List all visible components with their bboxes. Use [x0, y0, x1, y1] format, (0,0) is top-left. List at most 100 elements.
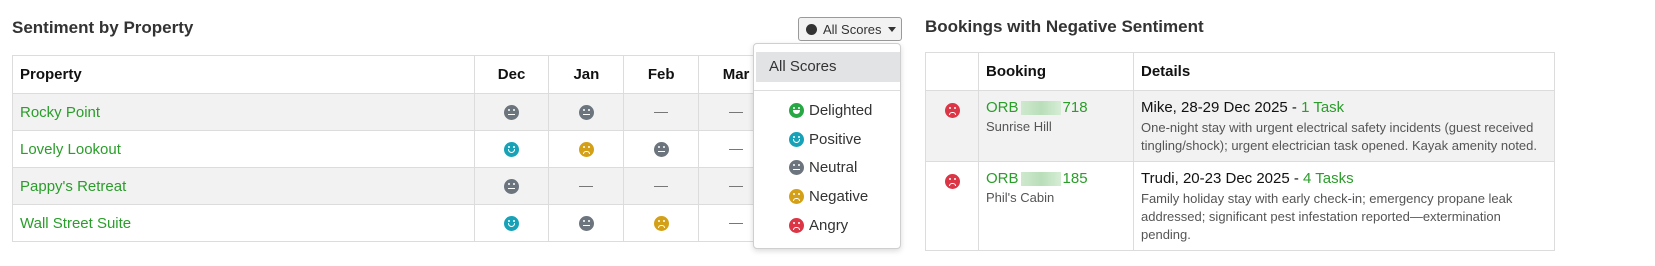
score-filter-button[interactable]: All Scores	[798, 17, 902, 41]
sentiment-cell	[925, 90, 979, 162]
no-data-dash	[729, 112, 744, 114]
sentiment-cell	[925, 161, 979, 251]
booking-ref-suffix: 718	[1062, 99, 1088, 116]
score-filter-menu: All Scores Delighted Positive Neutral Negat…	[753, 43, 901, 249]
menu-item-label: Negative	[809, 187, 869, 205]
neutral-face-icon	[504, 179, 520, 195]
no-data-dash	[654, 186, 669, 188]
column-header-booking: Booking	[978, 52, 1134, 91]
menu-item-label: Positive	[809, 130, 862, 148]
table-row: ORB 718 Sunrise Hill Mike, 28-29 Dec 2025 -…	[925, 90, 1555, 162]
booking-ref-prefix: ORB	[986, 170, 1019, 187]
menu-item-label: Angry	[809, 216, 849, 234]
sentiment-cell	[473, 93, 550, 131]
table-row: Lovely Lookout	[12, 130, 774, 168]
details-cell: Mike, 28-29 Dec 2025 - 1 Task One-night s…	[1133, 90, 1555, 162]
table-row: ORB 185 Phil's Cabin Trudi, 20-23 Dec 2025 …	[925, 161, 1555, 251]
booking-cell: ORB 718 Sunrise Hill	[978, 90, 1134, 162]
table-row: Pappy's Retreat	[12, 167, 774, 205]
column-header-details: Details	[1133, 52, 1555, 91]
menu-item-negative[interactable]: Negative	[789, 184, 868, 208]
negative-face-icon	[653, 216, 669, 232]
sentiment-cell	[548, 93, 625, 131]
neutral-face-icon	[578, 105, 594, 121]
table-row: Rocky Point	[12, 93, 774, 131]
details-text: Family holiday stay with early check-in;…	[1141, 191, 1513, 242]
booking-ref-suffix: 185	[1062, 170, 1088, 187]
sentiment-cell	[623, 93, 700, 131]
details-heading: Trudi, 20-23 Dec 2025 - 4 Tasks	[1141, 170, 1547, 187]
booking-property: Sunrise Hill	[986, 119, 1052, 134]
menu-item-label: Neutral	[809, 158, 858, 176]
details-heading: Mike, 28-29 Dec 2025 - 1 Task	[1141, 99, 1547, 116]
panel-title: Bookings with Negative Sentiment	[925, 17, 1204, 36]
column-header-jan: Jan	[548, 55, 625, 94]
property-link[interactable]: Lovely Lookout	[12, 130, 475, 168]
sentiment-cell	[623, 204, 700, 242]
table-row: Wall Street Suite	[12, 204, 774, 242]
property-link[interactable]: Pappy's Retreat	[12, 167, 475, 205]
sentiment-cell	[623, 167, 700, 205]
negative-sentiment-panel: Bookings with Negative Sentiment Booking…	[925, 0, 1655, 266]
details-text: One-night stay with urgent electrical sa…	[1141, 120, 1538, 153]
booking-link[interactable]: ORB 185	[986, 170, 1126, 187]
menu-item-positive[interactable]: Positive	[789, 127, 862, 151]
neutral-face-icon	[504, 105, 520, 121]
sentiment-cell	[623, 130, 700, 168]
tasks-link[interactable]: 1 Task	[1301, 99, 1344, 116]
neutral-face-icon	[789, 159, 804, 175]
menu-item-delighted[interactable]: Delighted	[789, 98, 872, 122]
sentiment-cell	[473, 167, 550, 205]
sentiment-table: Property Dec Jan Feb Mar Rocky Point Love…	[12, 55, 774, 242]
sentiment-cell	[548, 167, 625, 205]
angry-face-icon	[944, 173, 960, 189]
negative-face-icon	[789, 188, 804, 204]
positive-face-icon	[504, 216, 520, 232]
menu-item-angry[interactable]: Angry	[789, 213, 848, 237]
neutral-face-icon	[578, 216, 594, 232]
booking-link[interactable]: ORB 718	[986, 99, 1126, 116]
property-link[interactable]: Rocky Point	[12, 93, 475, 131]
menu-divider	[754, 90, 900, 91]
no-data-dash	[579, 186, 594, 188]
no-data-dash	[729, 223, 744, 225]
sentiment-cell	[473, 130, 550, 168]
sentiment-cell	[473, 204, 550, 242]
column-header-icon	[925, 52, 979, 91]
guest-dates: Trudi, 20-23 Dec 2025 -	[1141, 170, 1304, 187]
score-filter-label: All Scores	[823, 21, 882, 37]
column-header-dec: Dec	[473, 55, 550, 94]
column-header-feb: Feb	[623, 55, 700, 94]
booking-cell: ORB 185 Phil's Cabin	[978, 161, 1134, 251]
menu-item-label: Delighted	[809, 101, 873, 119]
sentiment-cell	[548, 204, 625, 242]
sentiment-cell	[548, 130, 625, 168]
negative-face-icon	[578, 142, 594, 158]
positive-face-icon	[504, 142, 520, 158]
column-header-property: Property	[12, 55, 475, 94]
angry-face-icon	[944, 102, 960, 118]
table-header-row: Booking Details	[925, 52, 1555, 91]
positive-face-icon	[789, 131, 804, 147]
booking-property: Phil's Cabin	[986, 190, 1055, 205]
chevron-down-icon	[887, 26, 896, 32]
redacted-block	[1020, 171, 1061, 186]
details-cell: Trudi, 20-23 Dec 2025 - 4 Tasks Family ho…	[1133, 161, 1555, 251]
tasks-link[interactable]: 4 Tasks	[1303, 170, 1354, 187]
no-data-dash	[654, 112, 669, 114]
neutral-face-icon	[653, 142, 669, 158]
property-link[interactable]: Wall Street Suite	[12, 204, 475, 242]
menu-item-all-scores[interactable]: All Scores	[756, 52, 900, 82]
score-filter-icon	[806, 23, 817, 35]
no-data-dash	[729, 149, 744, 151]
negative-bookings-table: Booking Details ORB 718 Sunrise Hill Mike, …	[925, 52, 1555, 251]
no-data-dash	[729, 186, 744, 188]
delighted-face-icon	[789, 102, 804, 118]
panel-title: Sentiment by Property	[12, 18, 194, 37]
menu-item-neutral[interactable]: Neutral	[789, 155, 857, 179]
booking-ref-prefix: ORB	[986, 99, 1019, 116]
angry-face-icon	[789, 217, 804, 233]
table-header-row: Property Dec Jan Feb Mar	[12, 55, 774, 94]
guest-dates: Mike, 28-29 Dec 2025 -	[1141, 99, 1302, 116]
redacted-block	[1020, 100, 1061, 115]
